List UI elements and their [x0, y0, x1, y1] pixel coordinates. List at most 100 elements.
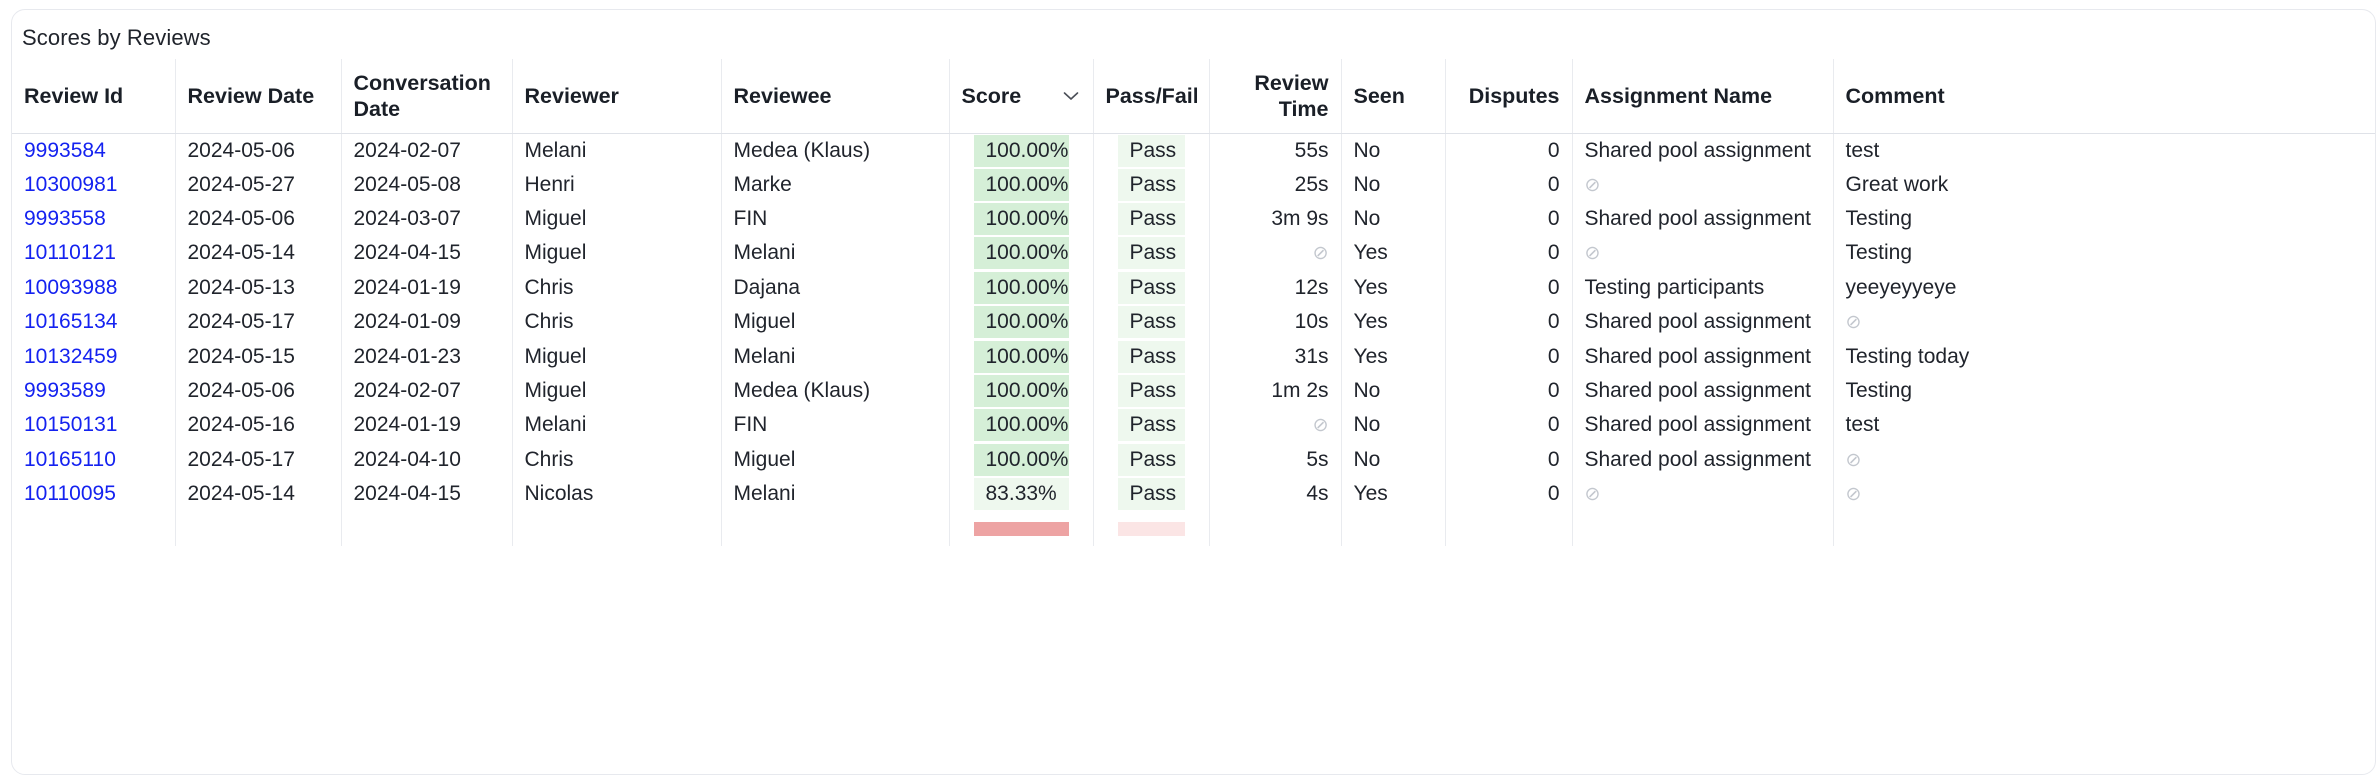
cell-conversation_date: 2024-01-09: [340, 305, 512, 340]
column-header-review_time[interactable]: Review Time: [1208, 59, 1341, 134]
cell-text: 2024-05-06: [187, 138, 295, 162]
column-header-label: Disputes: [1468, 83, 1560, 108]
column-header-label: Review Date: [187, 83, 315, 108]
column-header-comment[interactable]: Comment: [1832, 59, 2375, 134]
pass-fail-badge: Pass: [1117, 375, 1185, 408]
cell-comment: test: [1832, 408, 2375, 443]
cell-review_id[interactable]: 9993584: [12, 133, 175, 168]
cell-seen: Yes: [1340, 236, 1445, 271]
column-header-review_date[interactable]: Review Date: [174, 59, 341, 134]
cell-text: test: [1845, 413, 1880, 437]
score-badge: 100.00%: [973, 203, 1069, 236]
review-id-link[interactable]: 10132459: [24, 345, 117, 368]
chevron-down-icon[interactable]: [1063, 91, 1079, 101]
cell-pass_fail: Pass: [1092, 442, 1209, 478]
cell-pass_fail: Pass: [1092, 236, 1209, 271]
review-id-link[interactable]: 10165110: [24, 448, 116, 471]
cell-score: 83.33%: [948, 477, 1093, 512]
column-header-disputes[interactable]: Disputes: [1444, 59, 1572, 134]
table-row[interactable]: 10110121 2024-05-14 2024-04-15 Miguel Melani…: [12, 236, 2375, 271]
score-badge: 100.00%: [973, 134, 1069, 167]
cell-text: Shared pool assignment: [1584, 413, 1811, 437]
cell-text: Miguel: [733, 447, 796, 471]
review-id-link[interactable]: 10110095: [24, 482, 116, 505]
cell-text: Testing: [1845, 241, 1913, 265]
cell-review_id[interactable]: 10110121: [12, 236, 175, 270]
column-header-seen[interactable]: Seen: [1340, 59, 1445, 134]
table-row-partial[interactable]: [12, 511, 2375, 546]
cell-score: 100.00%: [948, 133, 1093, 168]
cell-text: 25s: [1294, 172, 1329, 196]
review-id-link[interactable]: 10165134: [24, 310, 117, 333]
cell-review_id[interactable]: 10110095: [12, 477, 175, 511]
cell-text: Chris: [524, 447, 574, 471]
cell-text: 0: [1547, 482, 1560, 506]
cell-text: 31s: [1294, 344, 1329, 368]
cell-score: 100.00%: [948, 236, 1093, 271]
column-header-review_id[interactable]: Review Id: [12, 59, 175, 134]
column-header-label: Seen: [1353, 83, 1405, 108]
cell-text: 5s: [1306, 447, 1329, 471]
column-header-reviewee[interactable]: Reviewee: [720, 59, 949, 134]
cell-review_id[interactable]: 10150131: [12, 408, 175, 442]
pass-fail-badge: Pass: [1117, 203, 1185, 236]
cell-text: 0: [1547, 379, 1560, 403]
table-scroll-container[interactable]: Review Id Review Date Conversation Date Rev…: [12, 59, 2375, 774]
table-row[interactable]: 10165134 2024-05-17 2024-01-09 Chris Miguel 1…: [12, 305, 2375, 340]
cell-review_date: 2024-05-13: [174, 270, 341, 306]
cell-text: Medea (Klaus): [733, 138, 871, 162]
cell-seen: No: [1340, 442, 1445, 478]
cell-text: 2024-05-14: [187, 482, 295, 506]
table-row[interactable]: 10150131 2024-05-16 2024-01-19 Melani FIN 100…: [12, 408, 2375, 443]
cell-text: 2024-03-07: [353, 207, 461, 231]
table-row[interactable]: 10093988 2024-05-13 2024-01-19 Chris Dajana 1…: [12, 270, 2375, 306]
cell-review_id[interactable]: 9993589: [12, 374, 175, 408]
cell-text: Melani: [733, 482, 796, 506]
review-id-link[interactable]: 10093988: [24, 276, 117, 299]
table-row[interactable]: 10300981 2024-05-27 2024-05-08 Henri Marke 10…: [12, 167, 2375, 202]
cell-review_date: 2024-05-17: [174, 442, 341, 478]
cell-review_id[interactable]: 9993558: [12, 202, 175, 236]
cell-review_id[interactable]: 10165134: [12, 305, 175, 339]
cell-review_id[interactable]: 10300981: [12, 168, 175, 202]
column-header-reviewer[interactable]: Reviewer: [511, 59, 721, 134]
score-badge: 100.00%: [973, 168, 1069, 201]
cell-text: 2024-02-07: [353, 379, 461, 403]
cell-text: Medea (Klaus): [733, 379, 871, 403]
table-row[interactable]: 10132459 2024-05-15 2024-01-23 Miguel Melani…: [12, 339, 2375, 374]
table-row[interactable]: 9993584 2024-05-06 2024-02-07 Melani Medea (…: [12, 133, 2375, 168]
empty-value-icon: ⊘: [1845, 484, 1862, 506]
empty-value-icon: ⊘: [1845, 449, 1862, 471]
review-id-link[interactable]: 9993589: [24, 379, 106, 402]
cell-text: Henri: [524, 172, 575, 196]
cell-text: yeeyeyyeye: [1845, 275, 1957, 299]
review-id-link[interactable]: 10150131: [24, 413, 117, 436]
cell-review_time: 4s: [1208, 477, 1341, 512]
table-row[interactable]: 10110095 2024-05-14 2024-04-15 Nicolas Melan…: [12, 477, 2375, 512]
column-header-score[interactable]: Score: [948, 59, 1093, 134]
cell-review_id[interactable]: 10093988: [12, 271, 175, 305]
review-id-link[interactable]: 10110121: [24, 241, 116, 264]
column-header-pass_fail[interactable]: Pass/Fail: [1092, 59, 1209, 134]
cell-text: No: [1353, 172, 1381, 196]
cell-text: Yes: [1353, 482, 1388, 506]
cell-seen: Yes: [1340, 339, 1445, 374]
table-row[interactable]: 9993589 2024-05-06 2024-02-07 Miguel Medea (…: [12, 373, 2375, 409]
column-header-assignment_name[interactable]: Assignment Name: [1571, 59, 1833, 134]
cell-review_id[interactable]: 10132459: [12, 339, 175, 373]
table-row[interactable]: 10165110 2024-05-17 2024-04-10 Chris Miguel 1…: [12, 442, 2375, 478]
column-header-label: Reviewer: [524, 83, 619, 108]
cell-review_id[interactable]: 10165110: [12, 443, 175, 477]
review-id-link[interactable]: 9993558: [24, 207, 106, 230]
cell-reviewer: Melani: [511, 408, 721, 443]
cell-reviewer: Miguel: [511, 339, 721, 374]
review-id-link[interactable]: 10300981: [24, 173, 117, 196]
pass-fail-badge: Pass: [1117, 306, 1185, 339]
table-row[interactable]: 9993558 2024-05-06 2024-03-07 Miguel FIN 100.…: [12, 201, 2375, 237]
cell-reviewee: Marke: [720, 167, 949, 202]
cell-text: 1m 2s: [1271, 379, 1329, 403]
cell-pass_fail: Pass: [1092, 339, 1209, 374]
cell-pass_fail: Pass: [1092, 477, 1209, 512]
column-header-conversation_date[interactable]: Conversation Date: [340, 59, 512, 134]
review-id-link[interactable]: 9993584: [24, 139, 106, 162]
